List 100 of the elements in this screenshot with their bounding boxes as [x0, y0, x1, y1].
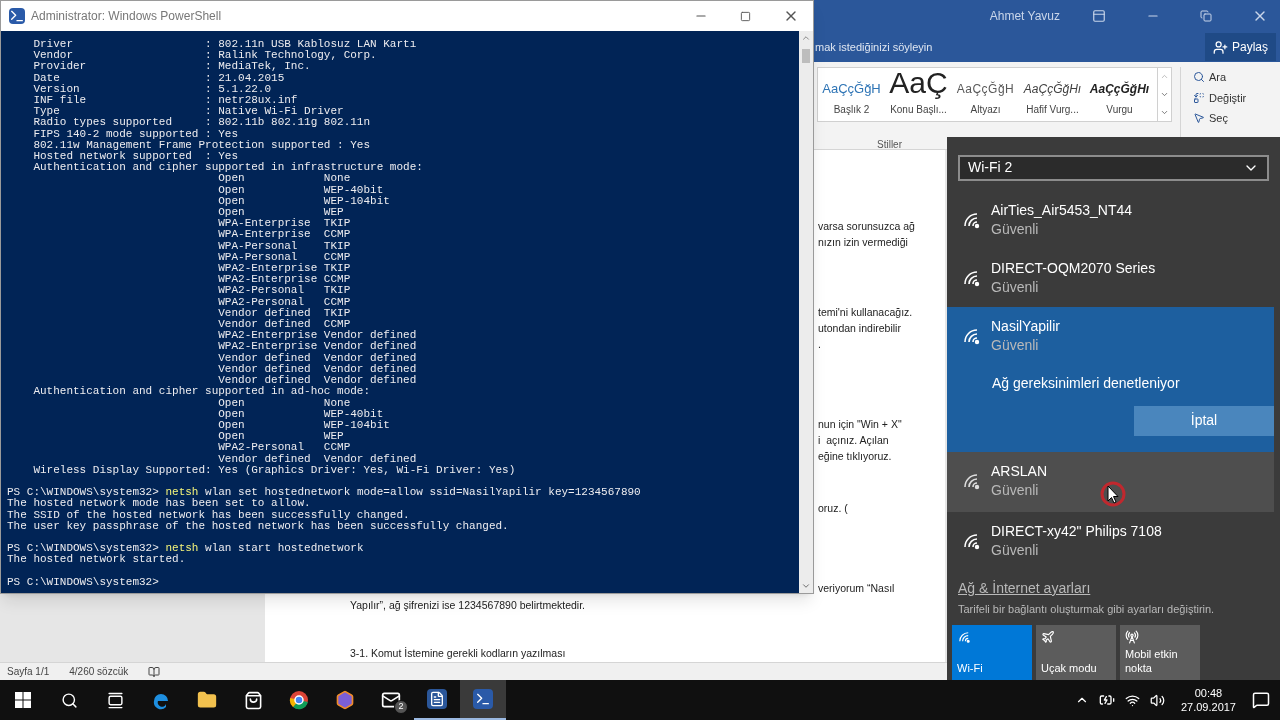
- mail-icon: [381, 690, 401, 710]
- editing-button[interactable]: Seç: [1193, 110, 1247, 127]
- console-line: Open None: [217, 397, 352, 409]
- console-line: 802.11w Management Frame Protection supported : Yes: [32, 139, 372, 152]
- console-line: Vendor defined Vendor defined: [217, 363, 418, 375]
- style-name: Konu Başlı...: [890, 103, 947, 117]
- console-line: Vendor defined Vendor defined: [217, 352, 418, 364]
- console-line: The user key passphrase of the hosted network has been successfully changed.: [7, 520, 510, 532]
- scrollbar-thumb[interactable]: [802, 49, 810, 63]
- style-preset[interactable]: AaÇ Konu Başlı...: [885, 68, 952, 121]
- document-text: oruz. (: [818, 501, 849, 516]
- quick-action-tile[interactable]: Uçak modu: [1036, 625, 1116, 680]
- pointer-icon: [1193, 112, 1205, 125]
- console-line: Open WEP: [217, 431, 345, 443]
- network-item[interactable]: AirTies_Air5453_NT44 Güvenli: [947, 190, 1274, 249]
- tell-me-field[interactable]: mak istediğinizi söyleyin: [815, 38, 933, 56]
- proofing-icon[interactable]: [148, 665, 161, 678]
- console-line: Open WEP-40bit: [217, 408, 385, 420]
- style-preset[interactable]: AaÇçĞğH Başlık 2: [818, 68, 885, 121]
- powershell-icon: [9, 8, 25, 24]
- editing-button[interactable]: Değiştir: [1193, 89, 1247, 106]
- network-item[interactable]: ARSLAN Güvenli: [947, 451, 1274, 512]
- document-text: utondan indirebilir: [818, 321, 902, 336]
- task-view-icon: [106, 691, 124, 709]
- style-preview: AaÇ: [889, 68, 948, 98]
- console-command-line: PS C:\WINDOWS\system32> netsh wlan start hostednetwork: [7, 543, 365, 555]
- console-line: WPA2-Enterprise CCMP: [217, 274, 352, 286]
- share-button[interactable]: Paylaş: [1204, 33, 1276, 61]
- console-line: Open None: [217, 173, 352, 185]
- console-line: WPA-Personal CCMP: [217, 251, 352, 263]
- airplane-icon: [1041, 630, 1055, 644]
- console-line: Type : Native Wi-Fi Driver: [32, 106, 345, 118]
- console-line: Vendor defined Vendor defined: [218, 375, 418, 387]
- console-line: Wireless Display Supported: Yes (Graphics Driver: Yes, Wi-Fi Driver: Yes): [32, 464, 517, 476]
- console-line: Hosted network supported : Yes: [32, 151, 239, 163]
- document-text: nun için "Win + X": [818, 417, 903, 432]
- style-preview: AaÇçĞğHı: [1089, 80, 1150, 98]
- browser-icon: [289, 690, 309, 710]
- console-line: Provider : MediaTek, Inc.: [32, 61, 311, 73]
- replace-icon: [1193, 91, 1205, 104]
- style-preset[interactable]: AaÇçĞğH Altyazı: [952, 68, 1019, 121]
- console-line: WPA2-Personal CCMP: [217, 442, 352, 454]
- battery-icon[interactable]: [1098, 692, 1115, 708]
- console-command-line: PS C:\WINDOWS\system32> netsh wlan set hostednetwork mode=allow ssid=NasilYapilir key=1234567890: [7, 487, 642, 499]
- console-line: The hosted network started.: [7, 554, 187, 566]
- restore-icon[interactable]: [1200, 10, 1212, 22]
- notifications-icon[interactable]: [1252, 691, 1270, 709]
- console-line: WPA-Enterprise CCMP: [217, 229, 352, 241]
- network-item[interactable]: NasilYapilir Güvenli Ağ gereksinimleri denetleniyor İptal: [947, 306, 1274, 452]
- ribbon-options-icon[interactable]: [1092, 9, 1106, 23]
- network-status: Güvenli: [991, 480, 1040, 500]
- page-count[interactable]: Sayfa 1/1: [7, 664, 50, 679]
- console-line: Version : 5.1.22.0: [32, 83, 273, 95]
- console-line: Open WEP-40bit: [217, 184, 385, 196]
- scrollbar[interactable]: [799, 31, 813, 593]
- cursor-icon: [1099, 480, 1127, 508]
- document-text: eğine tıklıyoruz.: [818, 449, 893, 464]
- console-line: WPA2-Enterprise Vendor defined: [217, 341, 418, 353]
- maximize-icon[interactable]: [740, 10, 751, 22]
- cancel-button[interactable]: İptal: [1134, 405, 1274, 436]
- console-line: WPA2-Enterprise TKIP: [217, 263, 352, 275]
- quick-action-tile[interactable]: Wi-Fi: [952, 625, 1032, 680]
- style-preset[interactable]: AaÇçĞğHı Vurgu: [1086, 68, 1153, 121]
- style-preset[interactable]: AaÇçĞğHı Hafif Vurg...: [1019, 68, 1086, 121]
- clock[interactable]: 00:48 27.09.2017: [1180, 686, 1236, 714]
- editing-button[interactable]: Ara: [1193, 69, 1247, 86]
- windows-logo-icon: [15, 692, 31, 708]
- volume-icon[interactable]: [1149, 692, 1165, 708]
- console-line: Driver : 802.11n USB Kablosuz LAN Kartı: [32, 39, 418, 50]
- quick-action-tile[interactable]: Mobil etkin nokta: [1120, 625, 1200, 680]
- network-item[interactable]: DIRECT-xy42" Philips 7108 Güvenli: [947, 511, 1274, 570]
- scroll-down-icon[interactable]: [801, 581, 811, 591]
- console-line: Open WEP-104bit: [217, 419, 391, 432]
- console-line: Vendor defined Vendor defined: [217, 453, 418, 465]
- settings-link[interactable]: Ağ & İnternet ayarları: [958, 577, 1091, 599]
- network-item[interactable]: DIRECT-OQM2070 Series Güvenli: [947, 248, 1274, 307]
- console-line: Authentication and cipher supported in infrastructure mode:: [32, 162, 424, 174]
- settings-hint: Tarifeli bir bağlantı oluşturmak gibi ayarları değiştirin.: [958, 601, 1216, 617]
- taskbar-button[interactable]: 2: [368, 680, 414, 720]
- network-status: Güvenli: [991, 277, 1040, 297]
- hotspot-icon: [1125, 630, 1139, 644]
- word-count[interactable]: 4/260 sözcük: [69, 664, 129, 679]
- network-status: Güvenli: [991, 540, 1040, 560]
- network-status: Güvenli: [991, 219, 1040, 239]
- adapter-dropdown[interactable]: Wi-Fi 2: [958, 155, 1269, 181]
- style-name: Hafif Vurg...: [1026, 103, 1079, 117]
- console-line: Vendor defined TKIP: [217, 307, 352, 319]
- document-text: Yapılır”, ağ şifrenizi ise 1234567890 belirtmektedir.: [349, 598, 586, 613]
- style-preview: AaÇçĞğH: [822, 79, 881, 98]
- wifi-icon[interactable]: [1124, 692, 1140, 708]
- wifi-icon: [957, 630, 971, 644]
- console-line: WPA2-Personal TKIP: [217, 285, 352, 297]
- network-name: ARSLAN: [991, 461, 1048, 480]
- terminal-icon: [473, 689, 493, 709]
- console-line: Open WEP: [217, 207, 345, 219]
- scroll-down-icon[interactable]: [1160, 90, 1169, 99]
- notification-badge: 2: [394, 700, 408, 714]
- console-line: Authentication and cipher supported in ad-hoc mode:: [32, 386, 372, 398]
- connection-message: Ağ gereksinimleri denetleniyor: [992, 373, 1181, 393]
- search-icon: [60, 691, 78, 709]
